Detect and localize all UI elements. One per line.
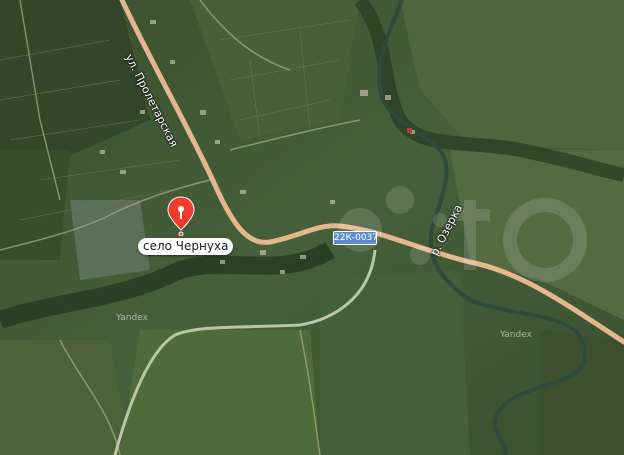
field-south	[120, 330, 320, 455]
field-southwest	[0, 340, 130, 455]
route-number-badge: 22К-0037	[333, 231, 378, 245]
red-roof	[407, 128, 412, 133]
yandex-watermark: Yandex	[116, 313, 148, 323]
woodland-west	[0, 150, 70, 260]
cemetery-patch	[70, 200, 150, 280]
avito-watermark	[338, 186, 587, 282]
satellite-map[interactable]: ул. Пролетарская р. Озерка 22К-0037 село…	[0, 0, 624, 455]
field-south-center	[320, 270, 470, 455]
field-southeast	[540, 330, 624, 455]
yandex-watermark: Yandex	[500, 330, 532, 340]
map-pin-icon[interactable]	[166, 196, 196, 237]
place-label[interactable]: село Чернуха	[138, 238, 234, 255]
